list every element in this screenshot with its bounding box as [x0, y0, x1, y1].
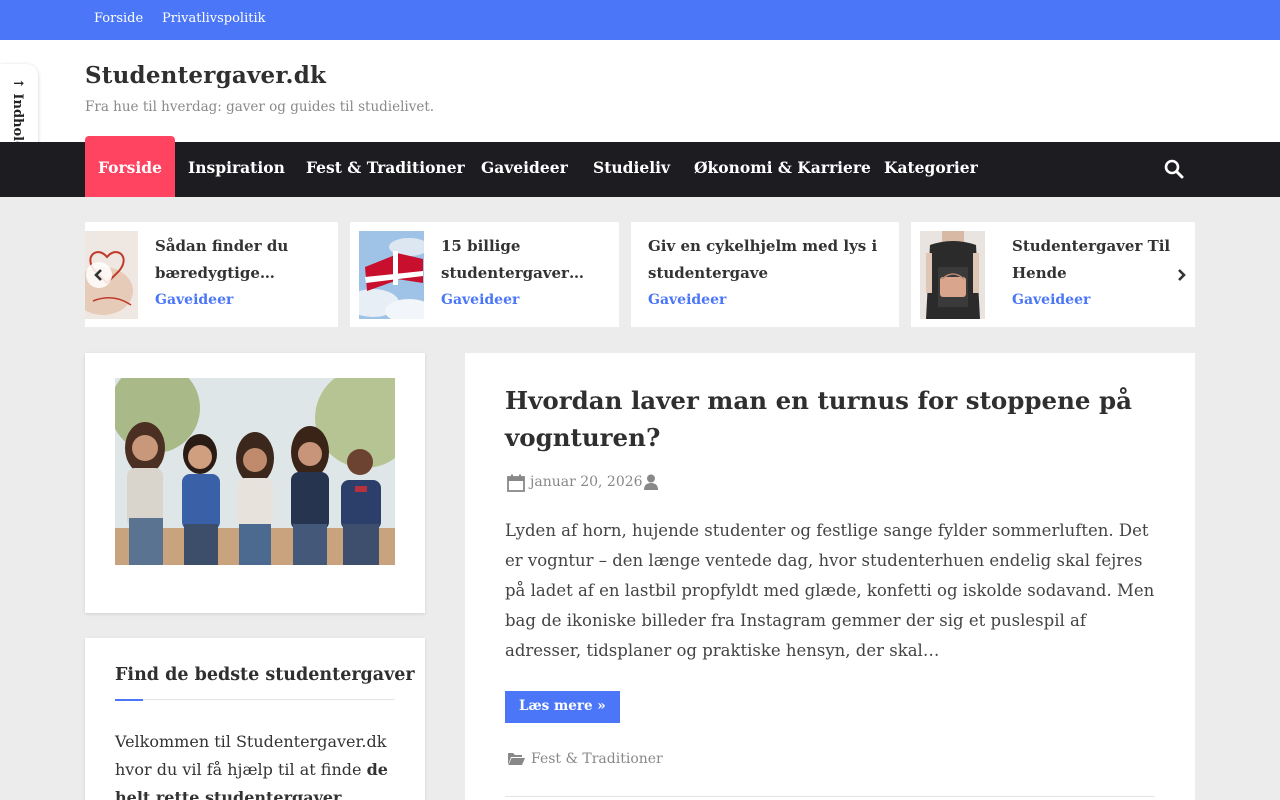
- post-excerpt: Lyden af horn, hujende studenter og fest…: [505, 521, 1155, 660]
- carousel-card[interactable]: Sådan finder du bæredygtige… Gaveideer: [85, 222, 338, 327]
- main-navigation: Forside Inspiration Fest & Traditioner G…: [0, 136, 1280, 197]
- widget-text: Velkommen til Studentergaver.dk hvor du …: [115, 728, 405, 800]
- read-more-button[interactable]: Læs mere »: [505, 691, 620, 723]
- card-thumbnail-woman-bag: [920, 231, 985, 319]
- calendar-icon: [507, 474, 525, 492]
- site-tagline: Fra hue til hverdag: gaver og guides til…: [85, 99, 435, 115]
- top-bar: Forside Privatlivspolitik: [0, 0, 1280, 40]
- skip-link-label: ↑ Indhold: [10, 78, 25, 151]
- widget-divider-accent: [115, 699, 143, 701]
- nav-item-studieliv[interactable]: Studieliv: [593, 142, 670, 197]
- card-category[interactable]: Gaveideer: [1012, 292, 1090, 308]
- carousel-card[interactable]: Studentergaver Til Hende Gaveideer: [911, 222, 1195, 327]
- carousel-card[interactable]: 15 billige studentergaver… Gaveideer: [350, 222, 619, 327]
- nav-item-kategorier[interactable]: Kategorier: [884, 142, 978, 197]
- sidebar-image-widget: [85, 353, 425, 613]
- post-divider: [505, 796, 1155, 797]
- carousel-next-button[interactable]: [1168, 262, 1194, 288]
- card-title[interactable]: Sådan finder du bæredygtige…: [155, 233, 325, 287]
- widget-title: Find de bedste studentergaver: [115, 665, 415, 685]
- nav-item-forside[interactable]: Forside: [85, 136, 175, 197]
- card-thumbnail-danish-flag: [359, 231, 424, 319]
- sidebar-text-widget: Find de bedste studentergaver Velkommen …: [85, 638, 425, 800]
- card-category[interactable]: Gaveideer: [155, 292, 233, 308]
- chevron-right-icon: [1178, 269, 1186, 281]
- card-title[interactable]: Studentergaver Til Hende: [1012, 233, 1182, 287]
- site-title[interactable]: Studentergaver.dk: [85, 62, 326, 89]
- group-of-students-image: [115, 378, 395, 565]
- card-category[interactable]: Gaveideer: [441, 292, 519, 308]
- user-icon: [644, 474, 658, 490]
- site-header: Studentergaver.dk Fra hue til hverdag: g…: [0, 40, 1280, 142]
- post-title[interactable]: Hvordan laver man en turnus for stoppene…: [505, 382, 1145, 456]
- topbar-link-privatlivspolitik[interactable]: Privatlivspolitik: [162, 11, 266, 26]
- widget-text-plain: Velkommen til Studentergaver.dk hvor du …: [115, 732, 387, 779]
- search-icon[interactable]: [1164, 159, 1184, 179]
- nav-item-okonomi-karriere[interactable]: Økonomi & Karriere: [694, 142, 871, 197]
- nav-item-fest-traditioner[interactable]: Fest & Traditioner: [306, 142, 465, 197]
- post-date[interactable]: januar 20, 2026: [530, 474, 643, 490]
- card-title[interactable]: Giv en cykelhjelm med lys i studentergav…: [648, 233, 888, 287]
- carousel-prev-button[interactable]: [86, 262, 112, 288]
- folder-icon: [508, 753, 525, 765]
- post-card: Hvordan laver man en turnus for stoppene…: [465, 353, 1195, 800]
- nav-item-gaveideer[interactable]: Gaveideer: [481, 142, 568, 197]
- card-category[interactable]: Gaveideer: [648, 292, 726, 308]
- nav-item-inspiration[interactable]: Inspiration: [188, 142, 285, 197]
- post-category-link[interactable]: Fest & Traditioner: [531, 751, 663, 767]
- widget-divider: [115, 699, 395, 700]
- topbar-link-forside[interactable]: Forside: [94, 11, 143, 26]
- carousel-card[interactable]: Giv en cykelhjelm med lys i studentergav…: [631, 222, 899, 327]
- chevron-left-icon: [94, 269, 102, 281]
- card-title[interactable]: 15 billige studentergaver…: [441, 233, 601, 287]
